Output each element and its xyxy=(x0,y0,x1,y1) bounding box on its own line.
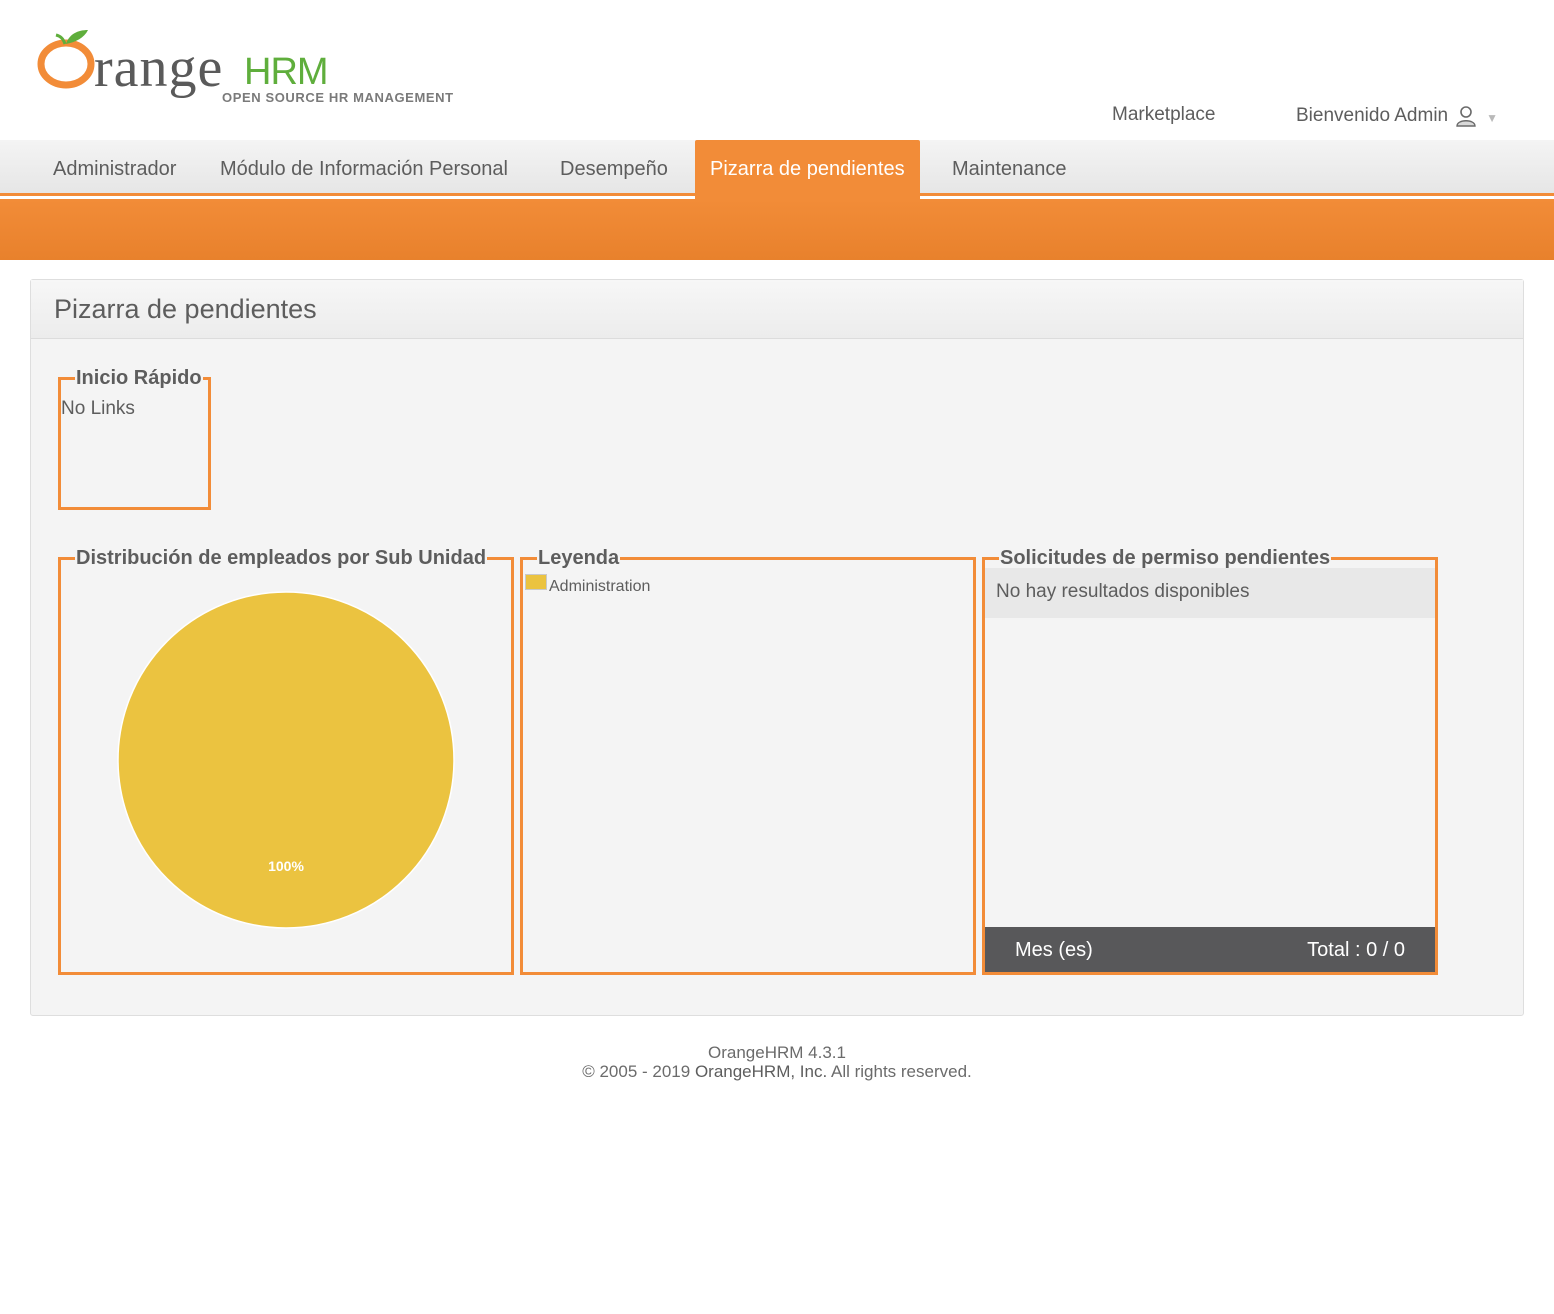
legend-label: Administration xyxy=(549,578,651,595)
header: range HRM OPEN SOURCE HR MANAGEMENT Mark… xyxy=(0,0,1554,140)
pie-slice-label: 100% xyxy=(268,858,304,874)
leave-footer-total: Total : 0 / 0 xyxy=(1307,939,1405,961)
main-menu: Administrador Módulo de Información Pers… xyxy=(0,140,1554,200)
menu-item-admin[interactable]: Administrador xyxy=(53,140,176,196)
legend-title: Leyenda xyxy=(538,547,620,569)
distribution-panel: Distribución de empleados por Sub Unidad… xyxy=(58,548,514,975)
quick-launch-panel: Inicio Rápido No Links xyxy=(58,368,211,510)
logo-tagline: OPEN SOURCE HR MANAGEMENT xyxy=(222,90,454,105)
user-icon xyxy=(1456,106,1476,127)
dashboard-box: Pizarra de pendientes Inicio Rápido No L… xyxy=(30,279,1524,1016)
leave-empty-row: No hay resultados disponibles xyxy=(985,568,1435,618)
logo-wordmark: range xyxy=(94,37,224,99)
quick-launch-title: Inicio Rápido xyxy=(76,367,202,389)
menu-item-performance[interactable]: Desempeño xyxy=(560,140,668,196)
leave-footer: Mes (es) Total : 0 / 0 xyxy=(985,927,1435,972)
menu-item-maintenance[interactable]: Maintenance xyxy=(952,140,1067,196)
leave-requests-panel: Solicitudes de permiso pendientes No hay… xyxy=(982,548,1438,975)
orange-logo-icon xyxy=(37,30,95,89)
footer-copyright: © 2005 - 2019 OrangeHRM, Inc. All rights… xyxy=(0,1062,1554,1081)
welcome-menu[interactable]: Bienvenido Admin ▼ xyxy=(1296,104,1498,128)
menu-item-pim[interactable]: Módulo de Información Personal xyxy=(220,140,508,196)
pie-chart: 100% xyxy=(117,591,455,929)
orangehrm-logo[interactable]: range HRM OPEN SOURCE HR MANAGEMENT xyxy=(36,18,466,110)
footer: OrangeHRM 4.3.1 © 2005 - 2019 OrangeHRM,… xyxy=(0,1043,1554,1081)
company-link[interactable]: OrangeHRM, Inc. xyxy=(695,1062,827,1081)
pie-slice xyxy=(117,591,455,929)
quick-launch-empty: No Links xyxy=(61,398,135,419)
legend-swatch xyxy=(525,574,547,590)
copyright-prefix: © 2005 - 2019 xyxy=(582,1062,695,1081)
leave-requests-title: Solicitudes de permiso pendientes xyxy=(1000,547,1331,569)
page-title: Pizarra de pendientes xyxy=(54,294,317,324)
legend-panel: Leyenda Administration xyxy=(520,548,976,975)
top-links: Marketplace Bienvenido Admin ▼ xyxy=(0,104,1554,134)
leave-empty-text: No hay resultados disponibles xyxy=(996,581,1250,602)
footer-version: OrangeHRM 4.3.1 xyxy=(708,1043,846,1062)
legend-item: Administration xyxy=(525,574,650,596)
leave-footer-month: Mes (es) xyxy=(1015,939,1093,961)
logo-hrm-text: HRM xyxy=(244,51,329,93)
distribution-title: Distribución de empleados por Sub Unidad xyxy=(76,547,487,569)
marketplace-link[interactable]: Marketplace xyxy=(1112,104,1216,126)
chevron-down-icon[interactable]: ▼ xyxy=(1486,111,1498,125)
copyright-suffix: All rights reserved. xyxy=(827,1062,972,1081)
box-header: Pizarra de pendientes xyxy=(31,280,1523,339)
menu-item-dashboard[interactable]: Pizarra de pendientes xyxy=(695,140,920,200)
welcome-label: Bienvenido Admin xyxy=(1296,105,1449,126)
submenu-band xyxy=(0,199,1554,260)
